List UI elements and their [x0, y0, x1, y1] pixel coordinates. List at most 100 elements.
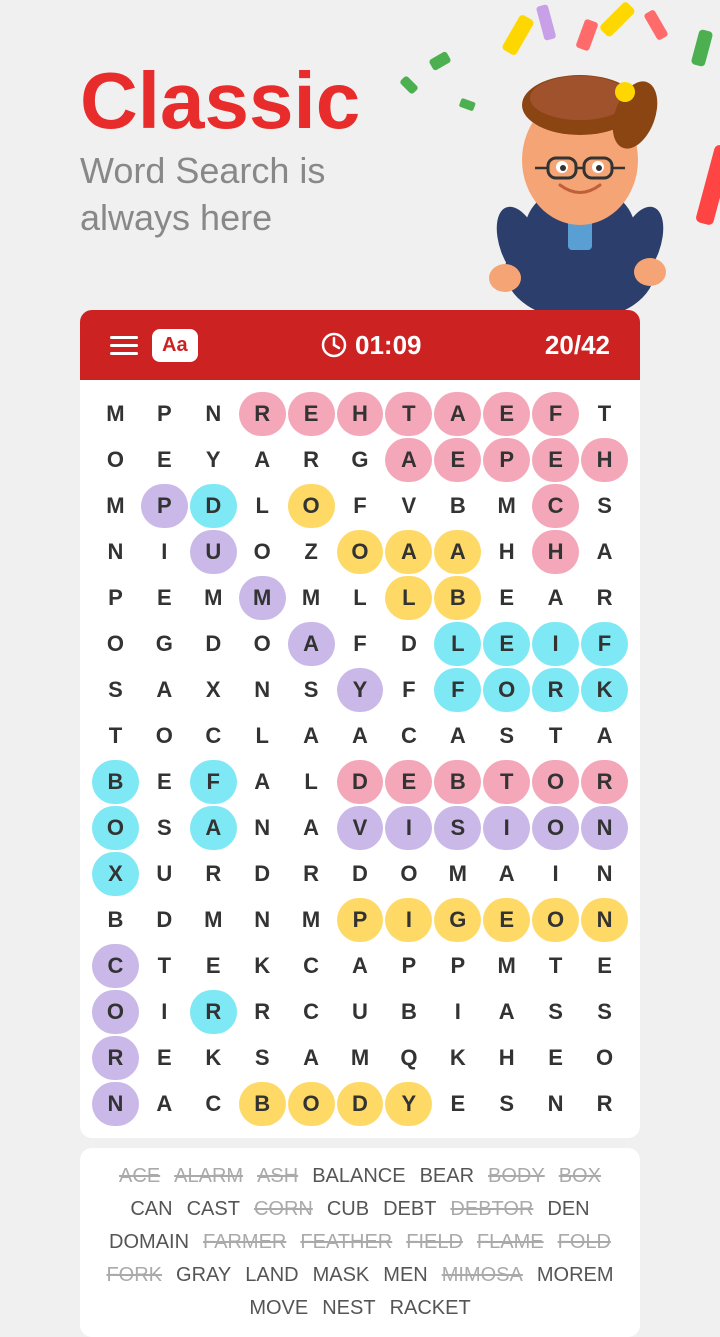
- grid-cell[interactable]: A: [288, 1036, 335, 1080]
- grid-cell[interactable]: M: [92, 484, 139, 528]
- grid-cell[interactable]: C: [92, 944, 139, 988]
- grid-cell[interactable]: D: [239, 852, 286, 896]
- grid-cell[interactable]: P: [434, 944, 481, 988]
- grid-cell[interactable]: T: [581, 392, 628, 436]
- grid-cell[interactable]: R: [288, 852, 335, 896]
- grid-cell[interactable]: F: [434, 668, 481, 712]
- grid-cell[interactable]: B: [434, 760, 481, 804]
- grid-cell[interactable]: M: [483, 944, 530, 988]
- grid-cell[interactable]: A: [434, 530, 481, 574]
- grid-cell[interactable]: R: [288, 438, 335, 482]
- grid-cell[interactable]: C: [288, 944, 335, 988]
- grid-cell[interactable]: E: [483, 576, 530, 620]
- grid-cell[interactable]: R: [532, 668, 579, 712]
- grid-cell[interactable]: O: [239, 622, 286, 666]
- grid-table[interactable]: MPNREHTAEFTOEYARGAEPEHMPDLOFVBMCSNIUOZOA…: [90, 390, 630, 1128]
- grid-cell[interactable]: P: [141, 484, 188, 528]
- grid-cell[interactable]: S: [532, 990, 579, 1034]
- font-size-button[interactable]: Aa: [152, 329, 198, 362]
- grid-cell[interactable]: U: [337, 990, 384, 1034]
- grid-cell[interactable]: L: [239, 484, 286, 528]
- grid-cell[interactable]: A: [288, 622, 335, 666]
- grid-cell[interactable]: X: [190, 668, 237, 712]
- grid-cell[interactable]: L: [239, 714, 286, 758]
- grid-cell[interactable]: I: [483, 806, 530, 850]
- grid-cell[interactable]: C: [190, 714, 237, 758]
- grid-cell[interactable]: D: [337, 1082, 384, 1126]
- grid-cell[interactable]: V: [385, 484, 432, 528]
- grid-cell[interactable]: A: [190, 806, 237, 850]
- grid-cell[interactable]: A: [581, 714, 628, 758]
- grid-cell[interactable]: R: [581, 576, 628, 620]
- menu-button[interactable]: [110, 336, 138, 355]
- grid-cell[interactable]: M: [288, 898, 335, 942]
- grid-cell[interactable]: T: [141, 944, 188, 988]
- grid-cell[interactable]: A: [337, 944, 384, 988]
- grid-cell[interactable]: E: [141, 760, 188, 804]
- grid-cell[interactable]: S: [483, 714, 530, 758]
- grid-cell[interactable]: A: [385, 530, 432, 574]
- grid-cell[interactable]: M: [92, 392, 139, 436]
- grid-cell[interactable]: B: [92, 898, 139, 942]
- grid-cell[interactable]: R: [581, 1082, 628, 1126]
- grid-cell[interactable]: A: [288, 806, 335, 850]
- grid-cell[interactable]: M: [190, 576, 237, 620]
- grid-cell[interactable]: P: [337, 898, 384, 942]
- grid-cell[interactable]: E: [483, 898, 530, 942]
- grid-cell[interactable]: N: [532, 1082, 579, 1126]
- grid-cell[interactable]: A: [288, 714, 335, 758]
- grid-cell[interactable]: T: [532, 944, 579, 988]
- grid-cell[interactable]: C: [190, 1082, 237, 1126]
- grid-cell[interactable]: S: [483, 1082, 530, 1126]
- grid-cell[interactable]: B: [239, 1082, 286, 1126]
- grid-cell[interactable]: E: [434, 1082, 481, 1126]
- grid-cell[interactable]: R: [239, 990, 286, 1034]
- grid-cell[interactable]: D: [190, 484, 237, 528]
- grid-cell[interactable]: O: [92, 438, 139, 482]
- grid-cell[interactable]: N: [581, 852, 628, 896]
- grid-cell[interactable]: R: [190, 990, 237, 1034]
- grid-cell[interactable]: N: [239, 806, 286, 850]
- grid-cell[interactable]: O: [141, 714, 188, 758]
- grid-cell[interactable]: I: [141, 530, 188, 574]
- grid-cell[interactable]: E: [288, 392, 335, 436]
- grid-cell[interactable]: R: [581, 760, 628, 804]
- grid-cell[interactable]: M: [337, 1036, 384, 1080]
- grid-cell[interactable]: C: [532, 484, 579, 528]
- grid-cell[interactable]: F: [532, 392, 579, 436]
- grid-cell[interactable]: E: [141, 1036, 188, 1080]
- grid-cell[interactable]: B: [385, 990, 432, 1034]
- grid-cell[interactable]: H: [337, 392, 384, 436]
- grid-cell[interactable]: T: [483, 760, 530, 804]
- grid-cell[interactable]: L: [288, 760, 335, 804]
- grid-cell[interactable]: O: [385, 852, 432, 896]
- grid-cell[interactable]: O: [239, 530, 286, 574]
- grid-cell[interactable]: E: [434, 438, 481, 482]
- grid-cell[interactable]: I: [532, 852, 579, 896]
- grid-cell[interactable]: S: [288, 668, 335, 712]
- grid-cell[interactable]: S: [581, 484, 628, 528]
- grid-cell[interactable]: E: [141, 576, 188, 620]
- grid-cell[interactable]: M: [483, 484, 530, 528]
- grid-cell[interactable]: O: [92, 806, 139, 850]
- grid-cell[interactable]: Y: [190, 438, 237, 482]
- grid-cell[interactable]: O: [532, 806, 579, 850]
- grid-cell[interactable]: O: [581, 1036, 628, 1080]
- grid-cell[interactable]: A: [434, 392, 481, 436]
- grid-cell[interactable]: C: [288, 990, 335, 1034]
- grid-cell[interactable]: R: [190, 852, 237, 896]
- grid-cell[interactable]: L: [337, 576, 384, 620]
- grid-cell[interactable]: F: [337, 622, 384, 666]
- grid-cell[interactable]: I: [385, 898, 432, 942]
- grid-cell[interactable]: B: [92, 760, 139, 804]
- grid-cell[interactable]: U: [141, 852, 188, 896]
- grid-cell[interactable]: A: [532, 576, 579, 620]
- grid-cell[interactable]: D: [190, 622, 237, 666]
- grid-cell[interactable]: E: [532, 1036, 579, 1080]
- grid-cell[interactable]: R: [92, 1036, 139, 1080]
- grid-cell[interactable]: I: [532, 622, 579, 666]
- grid-cell[interactable]: Y: [337, 668, 384, 712]
- grid-cell[interactable]: R: [239, 392, 286, 436]
- grid-cell[interactable]: N: [581, 898, 628, 942]
- grid-cell[interactable]: O: [337, 530, 384, 574]
